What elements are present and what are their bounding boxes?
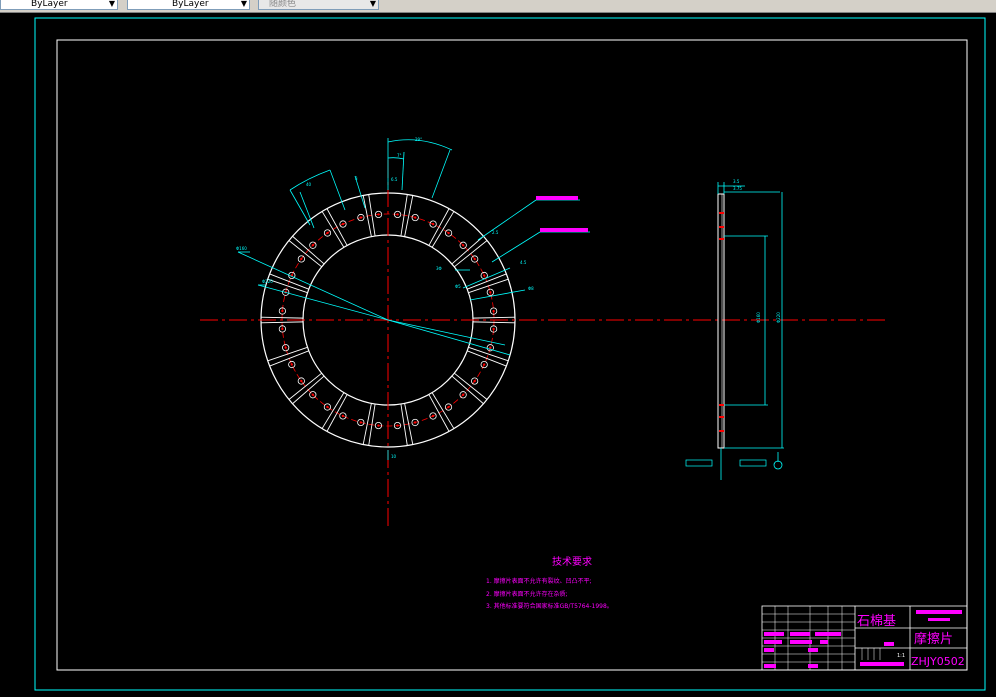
- segment-groove: [431, 211, 455, 248]
- linetype-dropdown-value: ByLayer: [172, 0, 209, 9]
- rivet-center: [311, 393, 315, 396]
- note-item-2: 2. 摩擦片表面不允许存在杂质;: [486, 590, 568, 598]
- chevron-down-icon: ▼: [369, 0, 376, 8]
- segment-groove: [292, 235, 325, 265]
- svg-text:6.5: 6.5: [391, 177, 398, 182]
- drawing-svg: Φ160 Φ220 29° 7° 6.5 40 3 2.5 3Φ Φ5 Φ8 4…: [34, 17, 986, 691]
- rivet-center: [377, 424, 380, 427]
- rivet-center: [284, 346, 287, 349]
- rivet-center: [326, 231, 329, 235]
- rivet-center: [300, 379, 303, 383]
- note-item-3: 3. 其他标准要符合国家标准GB/T5764-1998。: [486, 602, 613, 610]
- rivet-center: [281, 309, 284, 313]
- rivet-center: [431, 414, 435, 418]
- rivet-center: [461, 393, 465, 396]
- plotstyle-dropdown[interactable]: 随颜色 ▼: [258, 0, 379, 10]
- leader-label-1: [536, 196, 578, 200]
- chevron-down-icon: ▼: [108, 0, 115, 8]
- leader-label-2: [540, 228, 588, 232]
- rivet-center: [489, 291, 492, 294]
- svg-text:2.5: 2.5: [492, 230, 499, 235]
- rivet-center: [489, 346, 492, 349]
- color-dropdown[interactable]: ByLayer ▼: [0, 0, 118, 10]
- segment-groove: [321, 392, 345, 429]
- rivet-center: [396, 424, 399, 427]
- front-dimensions: [237, 138, 590, 460]
- svg-text:Φ220: Φ220: [262, 279, 273, 284]
- segment-groove: [288, 240, 322, 268]
- rivet-center: [447, 405, 450, 409]
- rivet-center: [447, 231, 450, 235]
- rivet-center: [413, 421, 417, 424]
- svg-text:Φ160: Φ160: [756, 312, 761, 323]
- segment-groove: [292, 375, 325, 405]
- segment-groove: [288, 372, 322, 400]
- color-dropdown-value: ByLayer: [31, 0, 68, 9]
- rivet-center: [492, 327, 495, 331]
- segment-groove: [431, 392, 455, 429]
- title-block-material: 石棉基: [857, 614, 896, 629]
- rivet-center: [473, 257, 476, 261]
- svg-text:3.75: 3.75: [733, 186, 742, 191]
- rivet-center: [359, 216, 363, 219]
- rivet-center: [414, 216, 417, 219]
- rivet-center: [341, 222, 345, 226]
- svg-text:7°: 7°: [397, 153, 402, 158]
- segment-groove: [261, 316, 304, 319]
- rivet-center: [431, 222, 435, 226]
- svg-text:Φ5: Φ5: [455, 284, 461, 289]
- segment-groove: [472, 316, 515, 319]
- svg-text:4.5: 4.5: [520, 260, 527, 265]
- rivet-center: [281, 327, 284, 331]
- rivet-center: [473, 379, 476, 383]
- rivet-center: [377, 213, 380, 216]
- rivet-center: [492, 309, 495, 313]
- notes-title: 技术要求: [552, 555, 592, 568]
- rivet-center: [290, 363, 293, 366]
- segment-groove: [454, 372, 488, 400]
- title-block-part-name: 摩擦片: [914, 631, 953, 647]
- note-item-1: 1. 摩擦片表面不允许有裂纹、凹凸不平;: [486, 577, 592, 585]
- rivet-center: [311, 244, 315, 247]
- rivet-center: [396, 213, 399, 216]
- rivet-center: [359, 421, 362, 424]
- technical-notes: 技术要求 1. 摩擦片表面不允许有裂纹、凹凸不平; 2. 摩擦片表面不允许存在杂…: [486, 555, 613, 610]
- rivet-center: [461, 244, 465, 247]
- svg-text:3Φ: 3Φ: [436, 266, 442, 271]
- svg-text:40: 40: [306, 182, 312, 187]
- svg-text:3.5: 3.5: [733, 179, 740, 184]
- rivet-center: [300, 257, 303, 261]
- segment-groove: [261, 321, 304, 324]
- side-view: 3.5 3.75 Φ160 Φ220: [685, 179, 784, 480]
- properties-toolbar: ByLayer ▼ ByLayer ▼ 随颜色 ▼: [0, 0, 996, 13]
- title-block-drawing-no: ZHJY0502: [911, 655, 965, 668]
- segment-groove: [451, 375, 484, 405]
- title-block-scale: 1:1: [897, 653, 905, 659]
- svg-text:29°: 29°: [415, 137, 422, 142]
- segment-groove: [451, 235, 484, 265]
- rivet-center: [341, 414, 345, 418]
- segment-groove: [321, 211, 345, 248]
- segment-groove: [472, 321, 515, 324]
- segment-groove: [454, 240, 488, 268]
- plotstyle-dropdown-value: 随颜色: [269, 0, 297, 9]
- title-block: 石棉基 摩擦片 ZHJY0502 1:1: [761, 605, 968, 671]
- drawing-canvas[interactable]: Φ160 Φ220 29° 7° 6.5 40 3 2.5 3Φ Φ5 Φ8 4…: [0, 13, 996, 693]
- chevron-down-icon: ▼: [240, 0, 247, 8]
- linetype-dropdown[interactable]: ByLayer ▼: [127, 0, 250, 10]
- inner-frame: [56, 39, 968, 671]
- rivet-center: [482, 363, 486, 366]
- svg-text:Φ220: Φ220: [776, 312, 781, 323]
- svg-text:Φ160: Φ160: [236, 246, 247, 251]
- svg-text:Φ8: Φ8: [528, 286, 534, 291]
- svg-text:3: 3: [355, 176, 358, 181]
- rivet-center: [326, 405, 329, 409]
- rivet-center: [483, 274, 486, 277]
- svg-text:10: 10: [391, 454, 397, 459]
- front-dimension-labels: Φ160 Φ220 29° 7° 6.5 40 3 2.5 3Φ Φ5 Φ8 4…: [236, 137, 534, 459]
